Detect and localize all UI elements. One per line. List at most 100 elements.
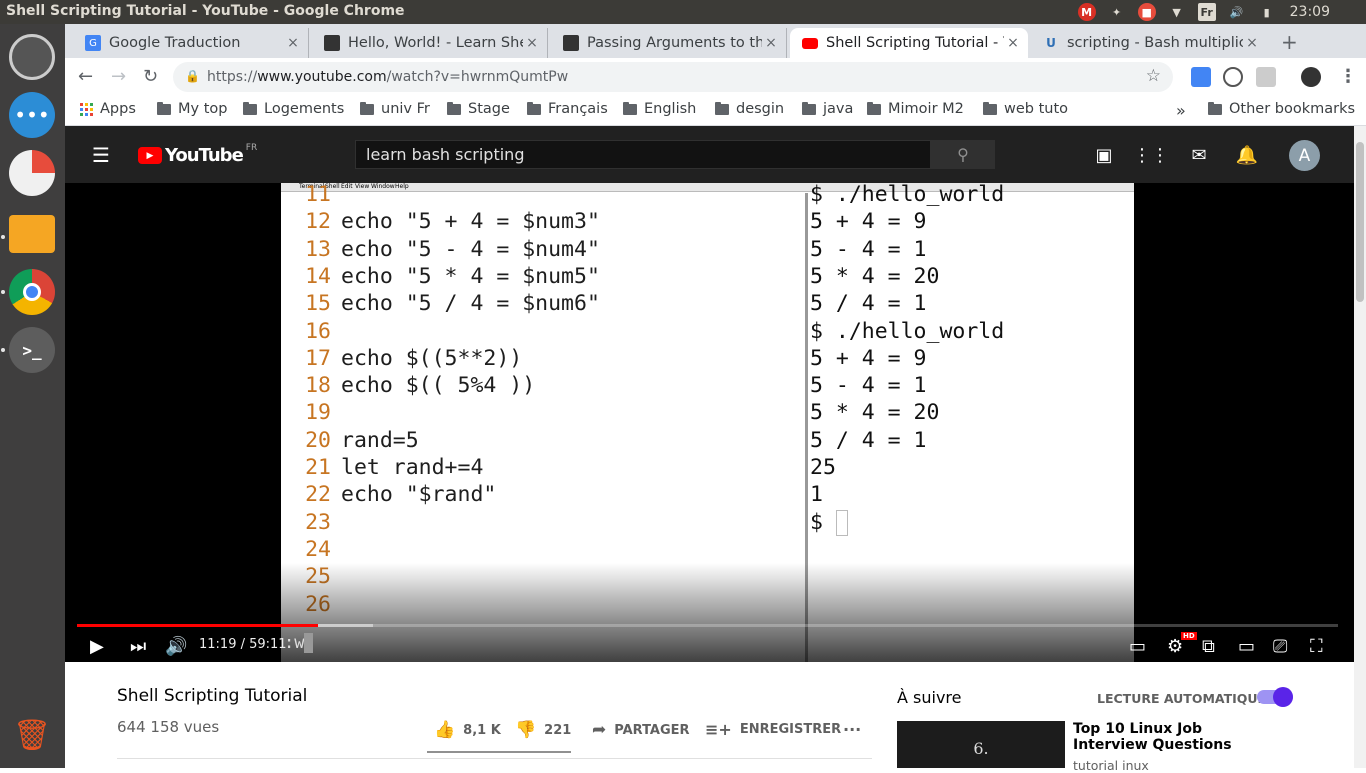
folder-icon	[447, 101, 461, 115]
line-number: 21	[305, 455, 331, 480]
messaging-app-icon[interactable]: •••	[9, 92, 55, 138]
autoplay-label: LECTURE AUTOMATIQUE	[1097, 691, 1267, 706]
divider	[117, 758, 872, 759]
bookmark-apps[interactable]: Apps	[80, 101, 136, 117]
video-player[interactable]: Terminal Shell Edit View Window Help 11 1…	[65, 183, 1354, 662]
keyboard-layout-indicator[interactable]: Fr	[1197, 3, 1216, 21]
reload-icon[interactable]: ↻	[143, 66, 158, 87]
tab-hello-world[interactable]: Hello, World! - Learn Shell ×	[312, 28, 548, 58]
search-input[interactable]: learn bash scripting	[355, 140, 931, 169]
close-tab-icon[interactable]: ×	[762, 35, 780, 51]
more-actions-button[interactable]: ···	[843, 720, 861, 739]
back-icon[interactable]: ←	[78, 66, 93, 87]
apps-icon[interactable]: ⋮⋮	[1133, 143, 1169, 167]
youtube-logo[interactable]: ▶ YouTube FR	[138, 143, 257, 166]
files-folder-icon[interactable]	[1, 215, 55, 253]
close-tab-icon[interactable]: ×	[284, 35, 302, 51]
messages-icon[interactable]: ✉	[1187, 143, 1211, 167]
volume-icon[interactable]: 🔊	[165, 634, 187, 658]
dropbox-icon[interactable]: ✦	[1108, 3, 1126, 21]
clock[interactable]: 23:09	[1290, 4, 1330, 20]
line-number: 22	[305, 482, 331, 508]
close-tab-icon[interactable]: ×	[1243, 35, 1261, 51]
line-number: 19	[305, 400, 331, 426]
terminal-icon[interactable]: >_	[1, 327, 55, 373]
bookmark-folder[interactable]: java	[802, 101, 853, 117]
profile-avatar-icon[interactable]	[1301, 67, 1321, 87]
video-info-area: Shell Scripting Tutorial 644 158 vues 👍 8…	[65, 662, 1354, 773]
search-button[interactable]: ⚲	[931, 140, 995, 169]
create-video-icon[interactable]: ▣	[1092, 143, 1116, 167]
next-video-title[interactable]: Top 10 Linux Job Interview Questions	[1073, 721, 1273, 753]
folder-icon	[243, 101, 257, 115]
close-tab-icon[interactable]: ×	[1004, 35, 1022, 51]
terminal-line: $ ./hello_world	[810, 183, 1005, 207]
bookmarks-overflow-button[interactable]: »	[1176, 101, 1186, 120]
system-tray: M ✦ ■ ▼ Fr 🔊 ▮ 23:09	[1077, 0, 1366, 24]
tab-shell-scripting-tutorial[interactable]: Shell Scripting Tutorial - Yo ×	[790, 28, 1028, 58]
like-button[interactable]: 👍 8,1 K	[434, 720, 501, 740]
line-number: 13	[305, 236, 331, 262]
bookmark-folder[interactable]: Logements	[243, 101, 344, 117]
cast-icon[interactable]: ⎚	[1273, 634, 1287, 658]
bookmark-folder[interactable]: Français	[527, 101, 608, 117]
battery-icon[interactable]: ▮	[1258, 3, 1276, 21]
tab-google-traduction[interactable]: G Google Traduction ×	[73, 28, 309, 58]
terminal-line: 25	[810, 455, 836, 480]
recorder-indicator-icon[interactable]: ■	[1137, 3, 1156, 21]
vim-command-line: :w	[284, 633, 314, 653]
editor-line: 20 rand=5	[281, 427, 419, 454]
address-bar[interactable]: 🔒 https://www.youtube.com/watch?v=hwrnmQ…	[173, 62, 1173, 92]
bookmark-folder[interactable]: desgin	[715, 101, 784, 117]
account-avatar[interactable]: A	[1289, 140, 1320, 171]
gmail-indicator-icon[interactable]: M	[1077, 3, 1096, 21]
chrome-menu-icon[interactable]: ⋮	[1339, 66, 1357, 87]
scrollbar-thumb[interactable]	[1356, 142, 1364, 302]
share-button[interactable]: ➦ PARTAGER	[592, 720, 690, 740]
fullscreen-icon[interactable]: ⛶	[1310, 634, 1323, 658]
bookmark-folder[interactable]: My top	[157, 101, 227, 117]
bookmark-folder[interactable]: Stage	[447, 101, 510, 117]
subtitles-icon[interactable]: ▭	[1129, 634, 1146, 658]
line-number: 11	[305, 183, 331, 207]
tab-passing-arguments[interactable]: Passing Arguments to the ×	[551, 28, 787, 58]
autoplay-toggle[interactable]	[1257, 687, 1293, 707]
ubuntu-dash-icon[interactable]	[9, 34, 55, 80]
next-icon[interactable]: ⏭	[130, 634, 146, 658]
bookmark-folder[interactable]: English	[623, 101, 696, 117]
page-extension-icon[interactable]	[1256, 67, 1276, 87]
lock-icon[interactable]: 🔒	[185, 69, 200, 83]
save-button[interactable]: ≡+ ENREGISTRER	[705, 720, 841, 739]
dislike-button[interactable]: 👎 221	[515, 720, 571, 740]
tab-bash-multiplication[interactable]: U scripting - Bash multiplica ×	[1031, 28, 1267, 58]
miniplayer-icon[interactable]: ⧉	[1202, 634, 1215, 658]
bookmark-folder[interactable]: Mimoir M2	[867, 101, 964, 117]
eye-extension-icon[interactable]	[1223, 67, 1243, 87]
like-ratio-bar	[427, 751, 571, 753]
wifi-icon[interactable]: ▼	[1168, 3, 1186, 21]
line-number: 24	[305, 536, 331, 562]
play-icon[interactable]: ▶	[90, 634, 104, 658]
page-scrollbar[interactable]	[1354, 126, 1366, 768]
other-bookmarks[interactable]: Other bookmarks	[1208, 101, 1355, 117]
disk-usage-icon[interactable]	[9, 150, 55, 196]
volume-icon[interactable]: 🔊	[1228, 3, 1246, 21]
line-number: 12	[305, 209, 331, 235]
close-tab-icon[interactable]: ×	[523, 35, 541, 51]
terminal-line: 5 + 4 = 9	[810, 345, 927, 371]
bookmark-folder[interactable]: univ Fr	[360, 101, 430, 117]
bookmark-folder[interactable]: web tuto	[983, 101, 1068, 117]
played-bar	[77, 624, 318, 627]
settings-gear-icon[interactable]: ⚙ HD	[1167, 632, 1197, 658]
progress-bar[interactable]	[77, 624, 1338, 627]
hamburger-menu-icon[interactable]: ☰	[89, 143, 113, 167]
chrome-icon[interactable]	[1, 269, 55, 315]
trash-icon[interactable]: 🗑	[9, 712, 55, 758]
translate-extension-icon[interactable]	[1191, 67, 1211, 87]
notifications-bell-icon[interactable]: 🔔	[1235, 143, 1259, 167]
forward-icon[interactable]: →	[111, 66, 126, 87]
next-video-thumbnail[interactable]: 6.	[897, 721, 1065, 768]
bookmark-star-icon[interactable]: ☆	[1146, 66, 1161, 86]
new-tab-button[interactable]: +	[1281, 30, 1298, 54]
theater-mode-icon[interactable]: ▭	[1238, 634, 1255, 658]
